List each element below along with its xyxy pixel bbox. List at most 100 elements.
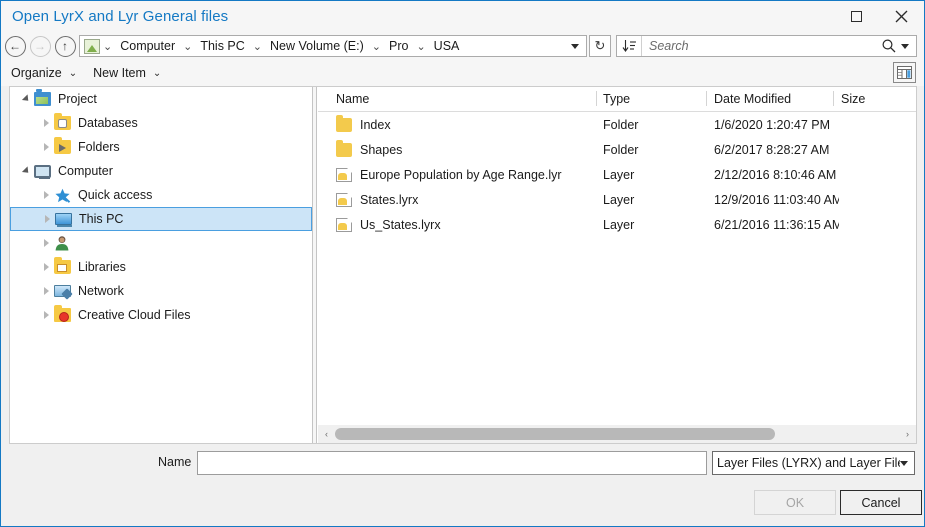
refresh-button[interactable]: ↻ <box>589 35 611 57</box>
collapse-arrow-icon[interactable] <box>38 143 54 151</box>
folder-icon <box>336 118 352 132</box>
ok-button[interactable]: OK <box>754 490 836 515</box>
tree-item-this-pc[interactable]: This PC <box>10 207 312 231</box>
tree-item-label: Computer <box>58 164 113 178</box>
star-glyph <box>54 188 71 203</box>
tree-item-network[interactable]: Network <box>10 279 312 303</box>
collapse-arrow-icon[interactable] <box>38 311 54 319</box>
page-title: Open LyrX and Lyr General files <box>12 8 228 25</box>
breadcrumb-chevron-4[interactable]: ⌄ <box>413 40 428 53</box>
maximize-icon <box>851 11 862 22</box>
pane-splitter[interactable] <box>312 87 317 443</box>
collapse-arrow-icon[interactable] <box>39 215 55 223</box>
file-date-cell: 1/6/2020 1:20:47 PM <box>714 112 839 137</box>
search-box <box>616 35 917 57</box>
sort-button[interactable] <box>617 36 642 56</box>
tree-item-label: Network <box>78 284 124 298</box>
tree-item-label: Folders <box>78 140 120 154</box>
breadcrumb-dropdown-icon[interactable] <box>571 44 579 49</box>
name-input[interactable] <box>197 451 707 475</box>
content-area: ProjectDatabases Folders Computer Quick acc… <box>9 86 917 444</box>
scroll-left-button[interactable]: ‹ <box>318 429 335 439</box>
organize-menu[interactable]: Organize ⌄ <box>5 62 83 84</box>
triangle-icon <box>44 239 49 247</box>
collapse-arrow-icon[interactable] <box>38 239 54 247</box>
breadcrumb-item-new-volume[interactable]: New Volume (E:) <box>265 39 369 53</box>
tree-item-creative-cloud-files[interactable]: Creative Cloud Files <box>10 303 312 327</box>
libraries-icon <box>54 260 71 274</box>
database-folder-icon <box>54 116 71 130</box>
open-file-dialog: Open LyrX and Lyr General files ← → ↑ <box>0 0 925 527</box>
breadcrumb-item-usa[interactable]: USA <box>429 39 465 53</box>
table-row[interactable]: IndexFolder1/6/2020 1:20:47 PM <box>318 112 916 137</box>
new-item-label: New Item <box>93 66 146 80</box>
column-header-date[interactable]: Date Modified <box>714 87 791 111</box>
file-name-cell: States.lyrx <box>336 187 594 212</box>
column-divider[interactable] <box>833 91 834 106</box>
column-header-size[interactable]: Size <box>841 87 865 111</box>
file-name-label: Europe Population by Age Range.lyr <box>360 168 562 182</box>
new-item-menu[interactable]: New Item ⌄ <box>87 62 167 84</box>
tree-item-databases[interactable]: Databases <box>10 111 312 135</box>
table-row[interactable]: States.lyrxLayer12/9/2016 11:03:40 AM <box>318 187 916 212</box>
collapse-arrow-icon[interactable] <box>38 119 54 127</box>
tree-item-libraries[interactable]: Libraries <box>10 255 312 279</box>
search-icon[interactable] <box>881 38 897 54</box>
file-rows: IndexFolder1/6/2020 1:20:47 PMShapesFold… <box>318 112 916 237</box>
column-header-type[interactable]: Type <box>603 87 630 111</box>
breadcrumb[interactable]: ⌄ Computer ⌄ This PC ⌄ New Volume (E:) ⌄… <box>79 35 587 57</box>
network-icon <box>54 285 71 297</box>
refresh-icon: ↻ <box>595 38 606 54</box>
tree-item-label: This PC <box>79 212 123 226</box>
breadcrumb-item-pro[interactable]: Pro <box>384 39 413 53</box>
triangle-icon <box>44 143 49 151</box>
creative-cloud-icon <box>54 308 71 322</box>
tree-item-folders[interactable]: Folders <box>10 135 312 159</box>
breadcrumb-chevron-2[interactable]: ⌄ <box>250 40 265 53</box>
close-button[interactable] <box>879 1 924 32</box>
computer-icon <box>34 165 51 178</box>
table-row[interactable]: Us_States.lyrxLayer6/21/2016 11:36:15 AM <box>318 212 916 237</box>
forward-button[interactable]: → <box>29 35 51 57</box>
scrollbar-thumb[interactable] <box>335 428 775 440</box>
file-type-cell: Layer <box>603 187 708 212</box>
tree-item-quick-access[interactable]: Quick access <box>10 183 312 207</box>
collapse-arrow-icon[interactable] <box>38 191 54 199</box>
tree-item-user[interactable] <box>10 231 312 255</box>
file-type-filter[interactable]: Layer Files (LYRX) and Layer Files (l <box>712 451 915 475</box>
breadcrumb-chevron-0[interactable]: ⌄ <box>100 40 115 53</box>
breadcrumb-item-computer[interactable]: Computer <box>115 39 180 53</box>
tree-item-computer[interactable]: Computer <box>10 159 312 183</box>
triangle-icon <box>45 215 50 223</box>
expand-arrow-icon[interactable] <box>18 167 34 175</box>
chevron-down-icon: ⌄ <box>69 68 77 79</box>
cancel-button[interactable]: Cancel <box>840 490 922 515</box>
table-row[interactable]: ShapesFolder6/2/2017 8:28:27 AM <box>318 137 916 162</box>
column-divider[interactable] <box>706 91 707 106</box>
column-divider[interactable] <box>596 91 597 106</box>
tree-item-project[interactable]: Project <box>10 87 312 111</box>
triangle-icon <box>21 94 30 103</box>
view-toggle-button[interactable] <box>893 62 916 83</box>
up-button[interactable]: ↑ <box>54 35 76 57</box>
collapse-arrow-icon[interactable] <box>38 263 54 271</box>
search-dropdown-icon[interactable] <box>901 44 909 49</box>
table-row[interactable]: Europe Population by Age Range.lyrLayer2… <box>318 162 916 187</box>
breadcrumb-item-this-pc[interactable]: This PC <box>195 39 249 53</box>
horizontal-scrollbar[interactable]: ‹ › <box>318 424 916 443</box>
back-button[interactable]: ← <box>4 35 26 57</box>
file-date-cell: 2/12/2016 8:10:46 AM <box>714 162 839 187</box>
column-header-name[interactable]: Name <box>336 87 369 111</box>
search-input[interactable] <box>642 36 881 56</box>
breadcrumb-chevron-3[interactable]: ⌄ <box>369 40 384 53</box>
file-name-cell: Europe Population by Age Range.lyr <box>336 162 594 187</box>
breadcrumb-chevron-1[interactable]: ⌄ <box>180 40 195 53</box>
file-type-cell: Layer <box>603 212 708 237</box>
file-name-label: States.lyrx <box>360 193 418 207</box>
collapse-arrow-icon[interactable] <box>38 287 54 295</box>
triangle-icon <box>44 263 49 271</box>
scrollbar-track[interactable] <box>335 425 899 443</box>
scroll-right-button[interactable]: › <box>899 429 916 439</box>
expand-arrow-icon[interactable] <box>18 95 34 103</box>
maximize-button[interactable] <box>834 1 879 32</box>
